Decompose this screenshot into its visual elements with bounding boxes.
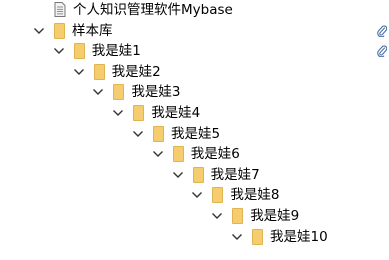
chevron-down-icon[interactable]	[152, 148, 164, 160]
tree-node-label: 我是娃9	[250, 208, 300, 224]
chevron-down-icon[interactable]	[132, 128, 144, 140]
folder-icon	[73, 43, 85, 60]
chevron-down-icon[interactable]	[33, 25, 45, 37]
outline-tree[interactable]: 个人知识管理软件Mybase 样本库我是娃1 我是娃2 我是娃3 我是娃4 我是娃5 我是娃…	[0, 0, 389, 260]
chevron-down-icon[interactable]	[172, 169, 184, 181]
folder-icon	[113, 84, 125, 101]
tree-node[interactable]: 我是娃1	[0, 41, 389, 61]
paperclip-icon	[377, 44, 387, 58]
tree-node[interactable]: 我是娃10	[0, 227, 389, 247]
tree-node[interactable]: 个人知识管理软件Mybase	[0, 0, 389, 20]
tree-node[interactable]: 我是娃8	[0, 185, 389, 205]
folder-icon	[232, 208, 244, 224]
tree-node-label: 我是娃10	[270, 228, 328, 245]
chevron-down-icon[interactable]	[112, 107, 124, 119]
tree-node-label: 我是娃2	[111, 63, 161, 80]
chevron-down-icon[interactable]	[92, 86, 104, 98]
chevron-down-icon[interactable]	[231, 231, 243, 243]
tree-node[interactable]: 我是娃7	[0, 165, 389, 185]
chevron-down-icon[interactable]	[211, 210, 223, 222]
tree-node-label: 我是娃7	[210, 166, 260, 183]
chevron-down-icon[interactable]	[53, 45, 65, 57]
tree-node[interactable]: 我是娃9	[0, 206, 389, 226]
chevron-down-icon[interactable]	[191, 189, 203, 201]
folder-icon	[153, 125, 164, 142]
folder-icon	[54, 22, 65, 39]
tree-node-label: 我是娃8	[230, 187, 280, 204]
paperclip-icon	[377, 24, 387, 37]
tree-node[interactable]: 我是娃3	[0, 82, 389, 102]
tree-node[interactable]: 我是娃4	[0, 103, 389, 123]
tree-node[interactable]: 样本库	[0, 21, 389, 41]
tree-node-label: 我是娃6	[190, 146, 240, 163]
tree-node[interactable]: 我是娃2	[0, 62, 389, 82]
folder-icon	[192, 166, 204, 183]
tree-node-label: 我是娃1	[91, 43, 141, 60]
tree-node-label: 样本库	[72, 22, 113, 39]
folder-icon	[252, 228, 263, 245]
folder-icon	[212, 187, 224, 204]
folder-icon	[133, 105, 145, 121]
tree-node[interactable]: 我是娃6	[0, 144, 389, 164]
tree-node-label: 我是娃3	[131, 84, 181, 101]
chevron-down-icon[interactable]	[73, 66, 85, 78]
tree-node[interactable]: 我是娃5	[0, 124, 389, 144]
folder-icon	[93, 63, 105, 80]
folder-icon	[172, 146, 184, 163]
document-icon	[54, 2, 66, 17]
tree-node-label: 个人知识管理软件Mybase	[73, 2, 233, 18]
tree-node-label: 我是娃5	[171, 125, 221, 142]
tree-node-label: 我是娃4	[151, 105, 201, 121]
